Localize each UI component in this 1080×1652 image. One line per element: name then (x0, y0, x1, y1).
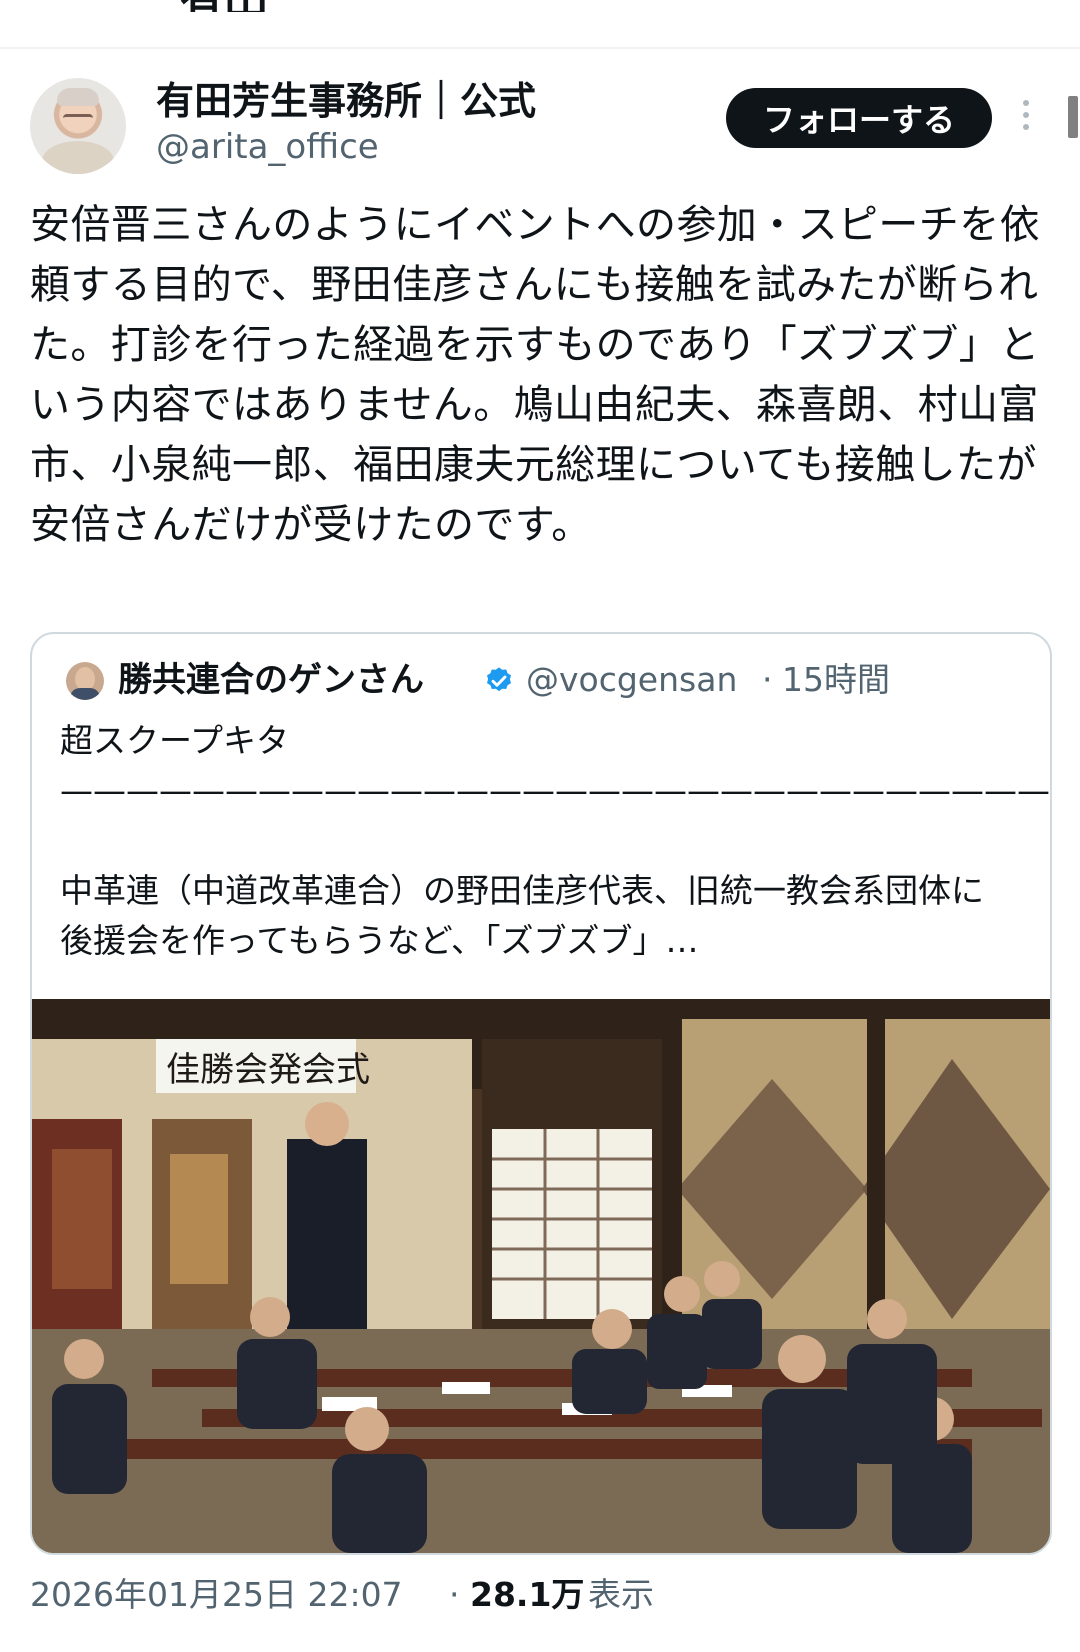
divider (0, 47, 1080, 49)
timestamp-separator: · (449, 1575, 460, 1614)
top-bar-title: 有田芳生 (180, 0, 268, 12)
quoted-text: 超スクープキタ——————————————————————————————!! … (60, 721, 1052, 960)
verified-badge-icon (487, 667, 511, 692)
scrollbar[interactable] (1068, 96, 1078, 138)
quoted-author-avatar[interactable] (66, 662, 104, 700)
quoted-author-name[interactable]: 勝共連合のゲンさん (118, 658, 424, 702)
avatar-hair (57, 88, 99, 106)
avatar-shirt (42, 141, 114, 174)
quoted-photo[interactable]: 佳勝会発会式 (32, 999, 1050, 1553)
post-text: 安倍晋三さんのようにイベントへの参加・スピーチを依頼する目的で、野田佳彦さんにも… (30, 202, 1040, 548)
top-bar-title-fragment: 有田芳生 (180, 0, 300, 12)
avatar-clothing (70, 688, 100, 700)
views-label: 表示 (588, 1575, 654, 1614)
quoted-separator: · (762, 660, 773, 699)
quoted-author-handle[interactable]: @vocgensan (526, 658, 737, 702)
post-timestamp[interactable]: 2026年01月25日 22:07 (30, 1572, 403, 1618)
follow-button[interactable]: フォローする (726, 88, 992, 148)
meeting-photo: 佳勝会発会式 (32, 999, 1050, 1553)
author-avatar[interactable] (30, 78, 126, 174)
quoted-post[interactable]: 勝共連合のゲンさん @vocgensan · 15時間 超スクープキタ—————… (30, 632, 1052, 1555)
author-name[interactable]: 有田芳生事務所｜公式 (156, 78, 536, 124)
author-handle[interactable]: @arita_office (156, 126, 379, 168)
more-vertical-icon[interactable] (1022, 100, 1030, 136)
avatar-glasses (63, 114, 93, 123)
photo-banner-text: 佳勝会発会式 (166, 1050, 370, 1090)
views-count: 28.1万 (470, 1575, 585, 1614)
top-bar: 有田芳生 (0, 0, 1080, 47)
quoted-time[interactable]: 15時間 (782, 658, 890, 702)
